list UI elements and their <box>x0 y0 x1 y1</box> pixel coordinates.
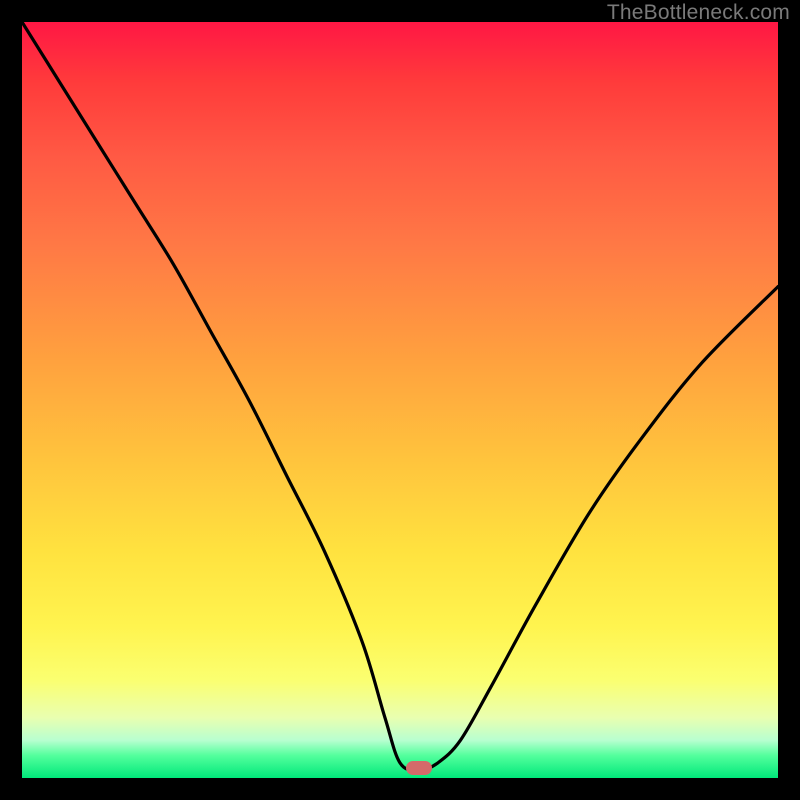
chart-frame: TheBottleneck.com <box>0 0 800 800</box>
gradient-plot-area <box>22 22 778 778</box>
watermark-text: TheBottleneck.com <box>607 1 790 25</box>
bottleneck-curve <box>22 22 778 778</box>
optimal-marker <box>406 761 432 775</box>
